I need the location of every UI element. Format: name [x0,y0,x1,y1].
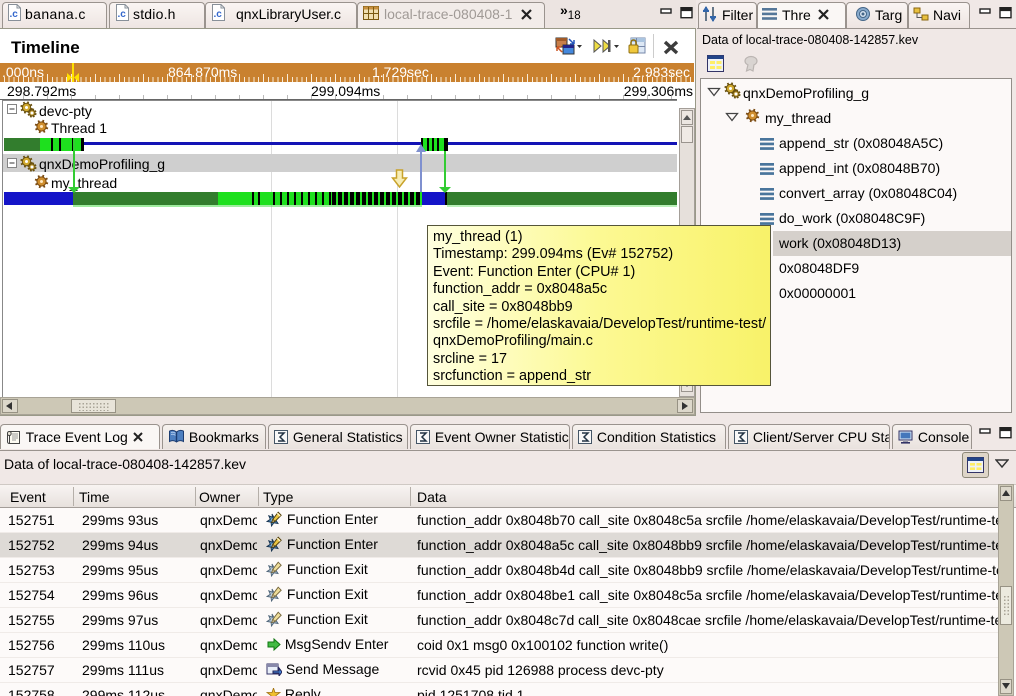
svg-text:.c: .c [214,9,223,20]
svg-text:.c: .c [118,9,127,20]
svg-text:.c: .c [10,9,19,20]
